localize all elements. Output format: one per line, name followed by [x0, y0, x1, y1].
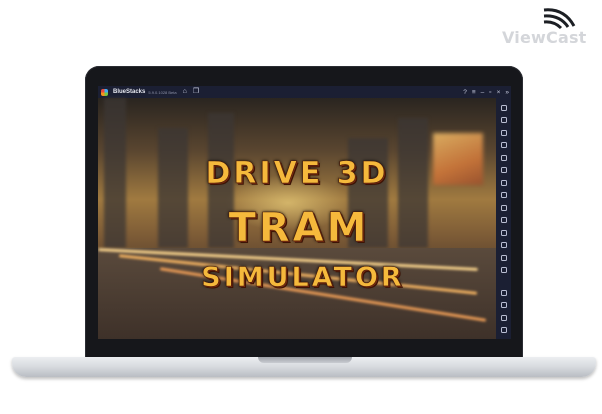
collapse-sidebar-icon[interactable]: »: [505, 89, 509, 96]
laptop-notch: [258, 357, 352, 363]
screen-record-icon[interactable]: [500, 142, 507, 148]
bluestacks-sidebar: [496, 98, 511, 339]
viewcast-watermark: ViewCast: [498, 6, 598, 50]
screenshot-icon[interactable]: [500, 154, 507, 161]
window-controls: ? ≡ – ▫ × »: [458, 86, 509, 98]
close-icon[interactable]: ×: [497, 89, 501, 96]
volume-up-icon[interactable]: [500, 117, 507, 123]
rotate-icon[interactable]: [500, 167, 507, 173]
game-title-line-3: SIMULATOR: [201, 262, 405, 294]
menu-icon[interactable]: ≡: [472, 89, 476, 96]
maximize-icon[interactable]: ▫: [489, 89, 491, 96]
shake-icon[interactable]: [500, 179, 507, 186]
volume-down-icon[interactable]: [500, 129, 507, 136]
bluestacks-logo-icon: [101, 88, 108, 96]
game-screen[interactable]: DRIVE 3D TRAM SIMULATOR: [98, 98, 496, 339]
fullscreen-icon[interactable]: [500, 104, 507, 111]
title-bar: BlueStacks 5.9.0.1028 Beta ⌂ ❐ ? ≡ – ▫ ×…: [98, 86, 511, 98]
watermark-text: ViewCast: [502, 28, 587, 47]
keyboard-controls-icon[interactable]: [500, 192, 507, 198]
location-icon[interactable]: [500, 267, 507, 273]
home-icon[interactable]: ⌂: [183, 86, 187, 98]
multi-instance-icon[interactable]: ❐: [193, 86, 199, 98]
bluestacks-window: BlueStacks 5.9.0.1028 Beta ⌂ ❐ ? ≡ – ▫ ×…: [98, 86, 511, 339]
gamepad-icon[interactable]: [500, 204, 507, 211]
home-icon[interactable]: [500, 314, 507, 321]
help-icon[interactable]: ?: [463, 89, 467, 96]
macro-icon[interactable]: [500, 242, 507, 248]
wifi-signal-icon: [543, 8, 576, 30]
settings-icon[interactable]: [500, 289, 507, 296]
minimize-icon[interactable]: –: [481, 89, 485, 96]
apk-install-icon[interactable]: [500, 217, 507, 223]
eco-mode-icon[interactable]: [500, 254, 507, 261]
game-title-line-1: DRIVE 3D: [205, 156, 389, 192]
recent-apps-icon[interactable]: [500, 327, 507, 333]
app-name: BlueStacks: [113, 89, 146, 95]
app-version: 5.9.0.1028 Beta: [148, 89, 177, 95]
back-icon[interactable]: [500, 302, 507, 308]
game-title-line-2: TRAM: [228, 205, 370, 252]
folder-icon[interactable]: [500, 229, 507, 236]
